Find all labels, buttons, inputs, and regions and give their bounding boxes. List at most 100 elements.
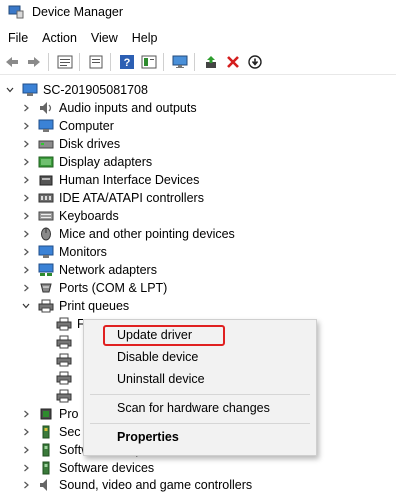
chevron-right-icon[interactable] xyxy=(20,479,32,491)
tree-item-label: Ports (COM & LPT) xyxy=(59,281,168,295)
menu-item-uninstall-device[interactable]: Uninstall device xyxy=(117,372,205,386)
back-icon[interactable] xyxy=(2,52,22,72)
tree-item-label: Mice and other pointing devices xyxy=(59,227,235,241)
tree-item-disk-drives[interactable]: Disk drives xyxy=(20,135,120,153)
sound-icon xyxy=(38,478,54,492)
chevron-right-icon[interactable] xyxy=(20,426,32,438)
tree-item-label: Pro xyxy=(59,407,79,421)
chevron-right-icon[interactable] xyxy=(20,120,32,132)
tree-item-ports[interactable]: Ports (COM & LPT) xyxy=(20,279,167,297)
computer-icon xyxy=(22,83,38,97)
disk-drive-icon xyxy=(38,137,54,151)
print-queue-item[interactable] xyxy=(56,387,77,405)
software-device-icon xyxy=(38,461,54,475)
chevron-right-icon[interactable] xyxy=(20,228,32,240)
print-queue-item[interactable] xyxy=(56,351,77,369)
menu-file[interactable]: File xyxy=(0,31,35,45)
print-queue-item[interactable] xyxy=(56,333,77,351)
printer-icon xyxy=(56,335,72,349)
tree-item-security[interactable]: Sec xyxy=(20,423,81,441)
printer-icon xyxy=(56,389,72,403)
title-bar: Device Manager xyxy=(0,0,396,24)
tree-item-ide[interactable]: IDE ATA/ATAPI controllers xyxy=(20,189,204,207)
tree-item-label: Software devices xyxy=(59,461,155,475)
tree-item-keyboards[interactable]: Keyboards xyxy=(20,207,119,225)
disable-icon[interactable] xyxy=(245,52,265,72)
port-icon xyxy=(38,281,54,295)
mouse-icon xyxy=(38,227,54,241)
tree-item-label: Sound, video and game controllers xyxy=(59,478,253,492)
chevron-right-icon[interactable] xyxy=(20,282,32,294)
toolbar: ? xyxy=(0,50,396,75)
menu-bar: File Action View Help xyxy=(0,28,165,48)
chevron-right-icon[interactable] xyxy=(20,462,32,474)
tree-item-label: Display adapters xyxy=(59,155,153,169)
network-adapter-icon xyxy=(38,263,54,277)
menu-item-disable-device[interactable]: Disable device xyxy=(117,350,198,364)
tree-root[interactable]: SC-201905081708 xyxy=(4,81,148,99)
properties-icon[interactable] xyxy=(55,52,75,72)
update-driver-icon[interactable] xyxy=(201,52,221,72)
tree-item-label: Human Interface Devices xyxy=(59,173,200,187)
chevron-right-icon[interactable] xyxy=(20,174,32,186)
chevron-right-icon[interactable] xyxy=(20,192,32,204)
chevron-right-icon[interactable] xyxy=(20,264,32,276)
tree-item-network[interactable]: Network adapters xyxy=(20,261,157,279)
printer-icon xyxy=(38,299,54,313)
tree-item-sound[interactable]: Sound, video and game controllers xyxy=(20,476,252,494)
chevron-right-icon[interactable] xyxy=(20,444,32,456)
tree-item-label: Monitors xyxy=(59,245,107,259)
tree-item-mice[interactable]: Mice and other pointing devices xyxy=(20,225,235,243)
tree-item-hid[interactable]: Human Interface Devices xyxy=(20,171,199,189)
tree-item-monitors[interactable]: Monitors xyxy=(20,243,107,261)
window-title: Device Manager xyxy=(32,5,124,19)
menu-help[interactable]: Help xyxy=(125,31,165,45)
chevron-right-icon[interactable] xyxy=(20,102,32,114)
chevron-right-icon[interactable] xyxy=(20,246,32,258)
help-icon[interactable]: ? xyxy=(117,52,137,72)
display-adapter-icon xyxy=(38,155,54,169)
chevron-down-icon[interactable] xyxy=(4,84,16,96)
menu-item-scan-hardware[interactable]: Scan for hardware changes xyxy=(117,401,270,415)
scan-icon[interactable] xyxy=(170,52,190,72)
tree-item-label: Print queues xyxy=(59,299,130,313)
keyboard-icon xyxy=(38,209,54,223)
view-icon[interactable] xyxy=(86,52,106,72)
tree-item-label: Audio inputs and outputs xyxy=(59,101,197,115)
printer-icon xyxy=(56,353,72,367)
software-component-icon xyxy=(38,443,54,457)
print-queue-item[interactable] xyxy=(56,369,77,387)
security-device-icon xyxy=(38,425,54,439)
monitor-icon xyxy=(38,245,54,259)
view2-icon[interactable] xyxy=(139,52,159,72)
tree-item-software-devices[interactable]: Software devices xyxy=(20,459,154,477)
menu-divider xyxy=(90,423,310,424)
chevron-right-icon[interactable] xyxy=(20,138,32,150)
menu-view[interactable]: View xyxy=(84,31,125,45)
chevron-down-icon[interactable] xyxy=(20,300,32,312)
printer-icon xyxy=(56,371,72,385)
tree-item-display-adapters[interactable]: Display adapters xyxy=(20,153,152,171)
tree-root-label: SC-201905081708 xyxy=(43,83,148,97)
device-manager-icon xyxy=(8,5,24,19)
tree-item-label: Disk drives xyxy=(59,137,121,151)
menu-action[interactable]: Action xyxy=(35,31,84,45)
hid-icon xyxy=(38,173,54,187)
tree-item-processors[interactable]: Pro xyxy=(20,405,78,423)
tree-item-label: Keyboards xyxy=(59,209,119,223)
toolbar-divider xyxy=(79,53,80,71)
tree-item-label: Computer xyxy=(59,119,114,133)
chevron-right-icon[interactable] xyxy=(20,408,32,420)
tree-item-audio[interactable]: Audio inputs and outputs xyxy=(20,99,197,117)
uninstall-icon[interactable] xyxy=(223,52,243,72)
processor-icon xyxy=(38,407,54,421)
chevron-right-icon[interactable] xyxy=(20,210,32,222)
menu-item-properties[interactable]: Properties xyxy=(117,430,179,444)
computer-icon xyxy=(38,119,54,133)
ide-controller-icon xyxy=(38,191,54,205)
chevron-right-icon[interactable] xyxy=(20,156,32,168)
forward-icon[interactable] xyxy=(24,52,44,72)
tree-item-computer[interactable]: Computer xyxy=(20,117,114,135)
svg-text:?: ? xyxy=(124,57,131,69)
tree-item-print-queues[interactable]: Print queues xyxy=(20,297,129,315)
